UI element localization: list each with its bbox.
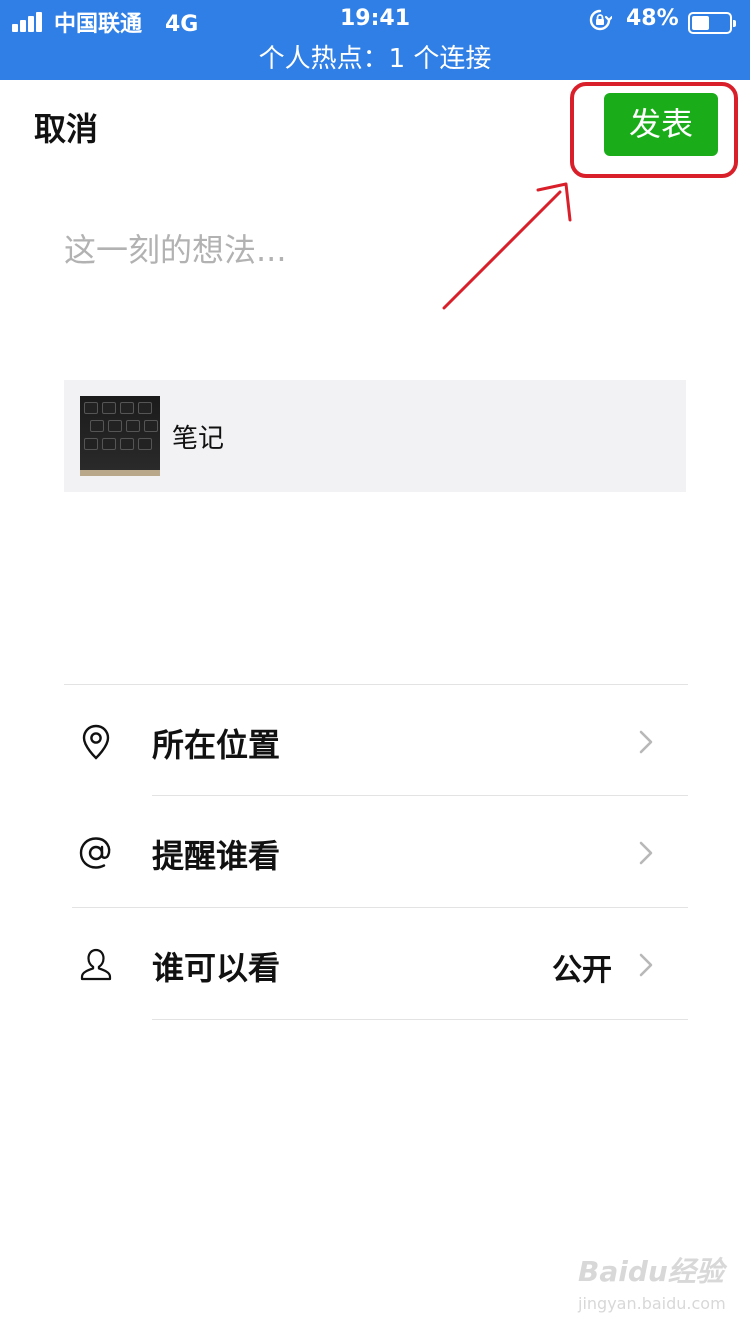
person-icon	[80, 948, 112, 981]
at-sign-icon	[79, 837, 111, 869]
status-bar: 中国联通 4G 19:41 48% 个人热点：1 个连接	[0, 0, 750, 80]
battery-icon	[688, 12, 736, 34]
option-mention[interactable]: 提醒谁看	[64, 797, 688, 907]
chevron-right-icon	[639, 953, 653, 977]
option-visibility[interactable]: 谁可以看 公开	[64, 909, 688, 1019]
link-thumbnail	[80, 396, 160, 476]
highlight-annotation	[570, 82, 738, 178]
chevron-right-icon	[639, 730, 653, 754]
options-bottom-divider	[152, 1019, 688, 1020]
shared-link-card[interactable]: 笔记	[64, 380, 686, 492]
location-pin-icon	[82, 724, 110, 760]
option-mention-label: 提醒谁看	[152, 837, 281, 875]
option-visibility-label: 谁可以看	[152, 949, 281, 987]
visibility-value: 公开	[552, 953, 612, 988]
cancel-button[interactable]: 取消	[34, 104, 98, 150]
option-location[interactable]: 所在位置	[64, 686, 688, 796]
chevron-right-icon	[639, 841, 653, 865]
battery-percent: 48%	[626, 6, 679, 31]
hotspot-banner[interactable]: 个人热点：1 个连接	[0, 40, 750, 78]
battery-fill	[692, 16, 710, 30]
watermark: Baidu经验 jingyan.baidu.com	[578, 1250, 728, 1320]
option-location-label: 所在位置	[152, 726, 281, 764]
option-divider	[152, 795, 688, 796]
option-divider	[72, 907, 688, 908]
link-title: 笔记	[172, 424, 225, 454]
thought-input[interactable]	[64, 220, 684, 280]
rotation-lock-icon	[589, 9, 612, 31]
options-top-divider	[64, 684, 688, 685]
watermark-url: jingyan.baidu.com	[578, 1294, 726, 1313]
watermark-brand: Baidu经验	[578, 1255, 724, 1288]
status-row: 中国联通 4G 19:41 48%	[0, 4, 750, 38]
